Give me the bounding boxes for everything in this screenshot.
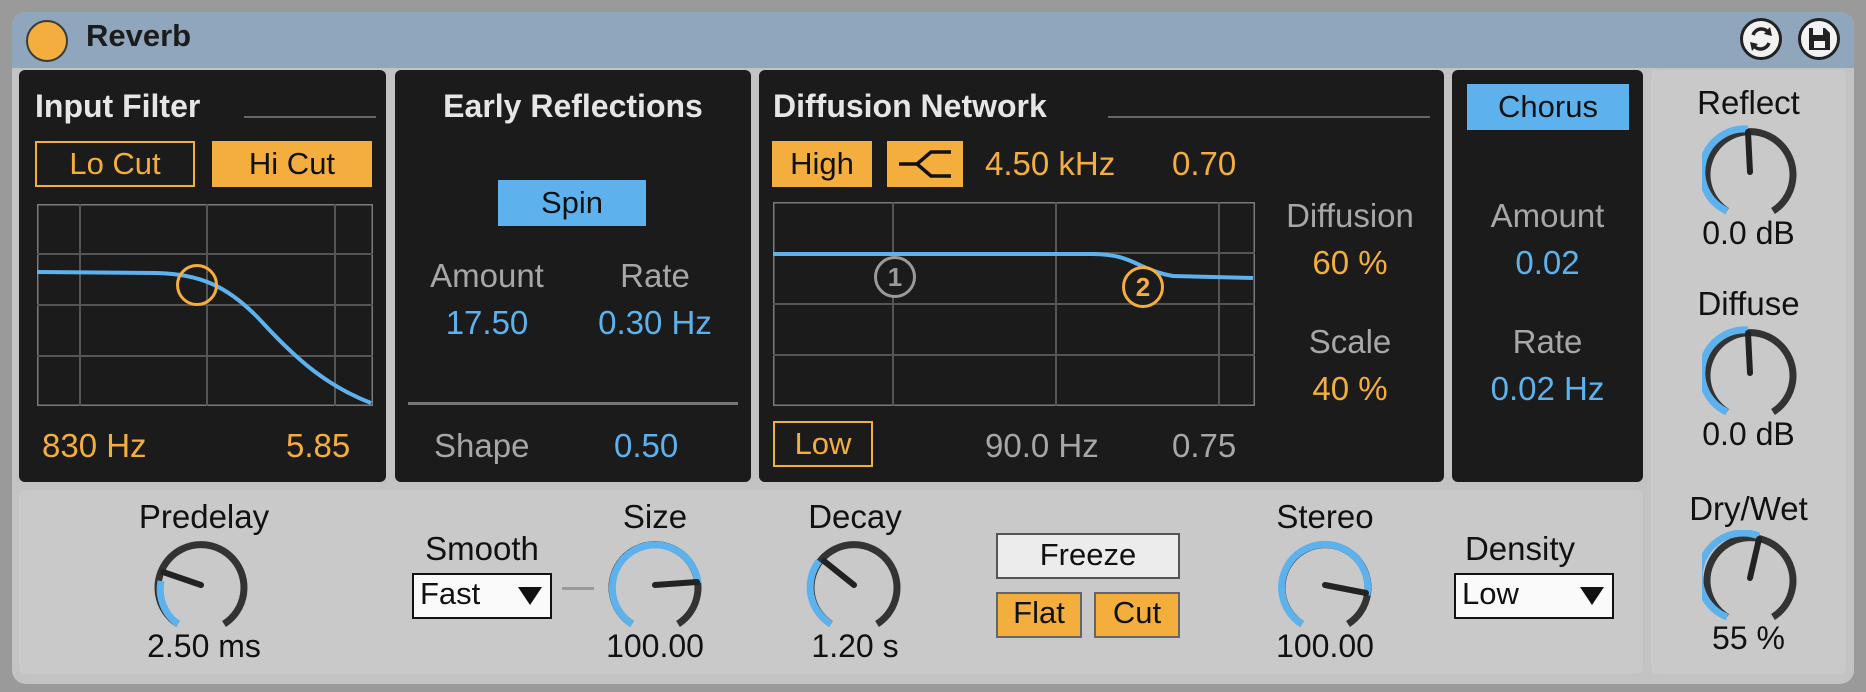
flat-button[interactable]: Flat: [996, 592, 1082, 638]
smooth-value: Fast: [420, 576, 481, 611]
density-label: Density: [1464, 530, 1576, 567]
predelay-label: Predelay: [138, 498, 270, 535]
diffuse-knob[interactable]: [1702, 325, 1798, 421]
power-icon[interactable]: [26, 20, 68, 62]
er-amount-value[interactable]: 17.50: [412, 304, 562, 342]
divider: [1108, 116, 1430, 118]
divider: [244, 116, 376, 118]
chorus-amount-value[interactable]: 0.02: [1452, 244, 1643, 282]
reflect-knob[interactable]: [1702, 124, 1798, 220]
smooth-dropdown[interactable]: Fast: [412, 573, 552, 619]
drywet-value: 55 %: [1712, 620, 1785, 656]
link-line: [562, 587, 594, 590]
diffusion-graph[interactable]: [773, 202, 1255, 406]
drywet-label: Dry/Wet: [1689, 490, 1808, 527]
spin-button[interactable]: Spin: [498, 180, 646, 226]
divider: [408, 402, 738, 405]
filter-handle[interactable]: [176, 264, 218, 306]
drywet-knob[interactable]: [1702, 530, 1798, 626]
chevron-down-icon: [518, 587, 542, 605]
reflect-value: 0.0 dB: [1702, 215, 1795, 251]
freeze-button[interactable]: Freeze: [996, 533, 1180, 579]
hot-swap-icon[interactable]: [1740, 18, 1782, 60]
stereo-knob[interactable]: [1277, 537, 1373, 633]
decay-label: Decay: [808, 498, 902, 535]
diffuse-label: Diffuse: [1697, 285, 1800, 322]
shelf-filter-icon[interactable]: [887, 141, 963, 187]
chorus-rate-label: Rate: [1512, 323, 1583, 360]
er-rate-label: Rate: [620, 257, 690, 294]
high-button[interactable]: High: [772, 141, 872, 187]
er-shape-value[interactable]: 0.50: [614, 427, 678, 465]
device-title: Reverb: [86, 18, 192, 53]
decay-value: 1.20 s: [811, 628, 899, 664]
diffusion-label: Diffusion: [1286, 197, 1414, 234]
density-value: Low: [1462, 576, 1519, 611]
scale-label: Scale: [1308, 323, 1392, 360]
diffusion-network-title: Diffusion Network: [773, 88, 1047, 124]
stereo-label: Stereo: [1276, 498, 1374, 535]
title-bar: [12, 12, 1854, 68]
size-value: 100.00: [606, 628, 704, 664]
filter-width-value[interactable]: 5.85: [286, 427, 350, 465]
stereo-value: 100.00: [1276, 628, 1374, 664]
hi-cut-button[interactable]: Hi Cut: [212, 141, 372, 187]
er-rate-value[interactable]: 0.30 Hz: [580, 304, 730, 342]
high-frequency-value[interactable]: 4.50 kHz: [985, 145, 1115, 183]
decay-knob[interactable]: [806, 537, 902, 633]
lo-cut-button[interactable]: Lo Cut: [35, 141, 195, 187]
save-icon[interactable]: [1798, 18, 1840, 60]
input-filter-title: Input Filter: [35, 88, 201, 124]
low-button[interactable]: Low: [773, 421, 873, 467]
chorus-rate-value[interactable]: 0.02 Hz: [1452, 370, 1643, 408]
chevron-down-icon: [1580, 587, 1604, 605]
size-label: Size: [622, 498, 688, 535]
early-reflections-title: Early Reflections: [443, 88, 703, 124]
cut-button[interactable]: Cut: [1094, 592, 1180, 638]
high-damping-value[interactable]: 0.70: [1172, 145, 1236, 183]
diffusion-node-1[interactable]: 1: [874, 256, 916, 298]
predelay-knob[interactable]: [153, 537, 249, 633]
filter-frequency-value[interactable]: 830 Hz: [42, 427, 147, 465]
scale-value[interactable]: 40 %: [1268, 370, 1432, 408]
density-dropdown[interactable]: Low: [1454, 573, 1614, 619]
predelay-value: 2.50 ms: [147, 628, 261, 664]
smooth-label: Smooth: [425, 530, 539, 567]
er-shape-label: Shape: [434, 427, 530, 464]
diffusion-node-2[interactable]: 2: [1122, 266, 1164, 308]
low-frequency-value[interactable]: 90.0 Hz: [985, 427, 1099, 465]
low-damping-value[interactable]: 0.75: [1172, 427, 1236, 465]
reflect-label: Reflect: [1697, 84, 1800, 121]
diffusion-value[interactable]: 60 %: [1268, 244, 1432, 282]
chorus-button[interactable]: Chorus: [1467, 84, 1629, 130]
diffuse-value: 0.0 dB: [1702, 416, 1795, 452]
chorus-amount-label: Amount: [1490, 197, 1605, 234]
input-filter-graph[interactable]: [37, 204, 373, 406]
er-amount-label: Amount: [430, 257, 544, 294]
size-knob[interactable]: [607, 537, 703, 633]
